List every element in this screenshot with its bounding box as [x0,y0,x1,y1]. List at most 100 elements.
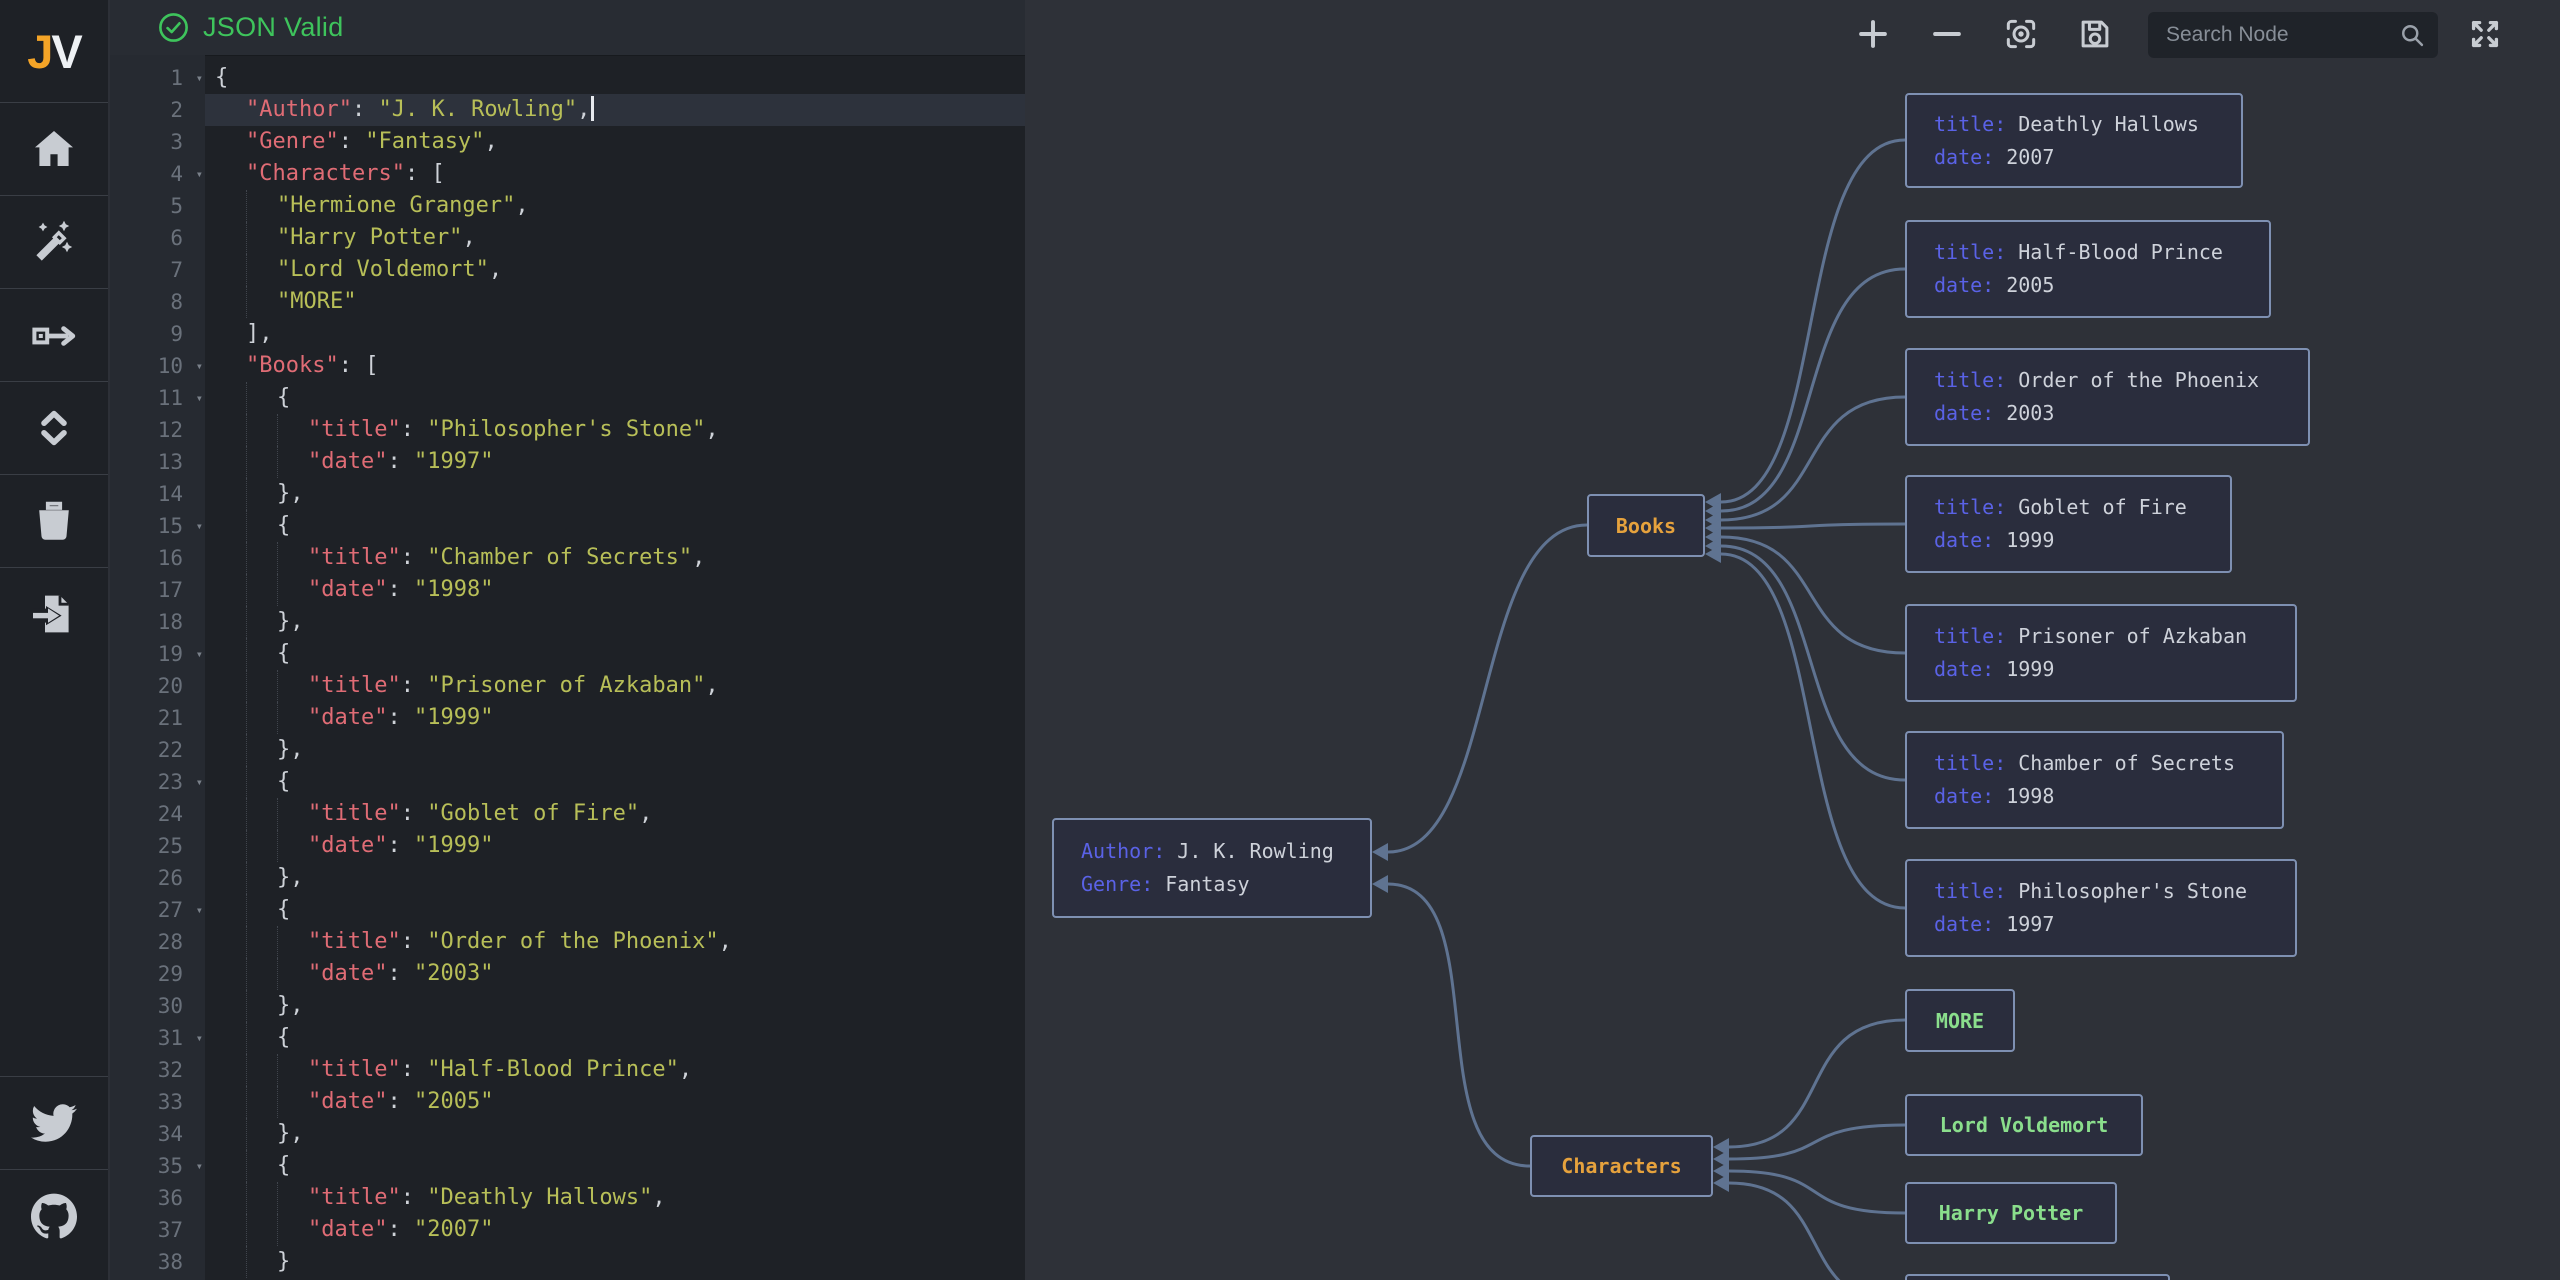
line-number[interactable]: 8 [110,286,205,318]
line-number[interactable]: 2 [110,94,205,126]
code-line[interactable]: "date": "1999" [205,830,1025,862]
editor-line[interactable]: 1▾{ [110,62,1025,94]
editor-line[interactable]: 6"Harry Potter", [110,222,1025,254]
editor-line[interactable]: 3"Genre": "Fantasy", [110,126,1025,158]
editor-line[interactable]: 34}, [110,1118,1025,1150]
line-number[interactable]: 5 [110,190,205,222]
sidebar-item-twitter[interactable] [0,1076,108,1169]
sidebar-item-home[interactable] [0,102,108,195]
line-number[interactable]: 28 [110,926,205,958]
line-number[interactable]: 34 [110,1118,205,1150]
line-number[interactable]: 23▾ [110,766,205,798]
code-line[interactable]: { [205,62,1025,94]
editor-line[interactable]: 31▾{ [110,1022,1025,1054]
graph-node-book-philosophers-stone[interactable]: title:Philosopher's Stonedate:1997 [1905,859,2297,957]
search-node-input[interactable] [2148,23,2483,47]
graph-node-root[interactable]: Author:J. K. RowlingGenre:Fantasy [1052,818,1372,918]
editor-line[interactable]: 20"title": "Prisoner of Azkaban", [110,670,1025,702]
line-number[interactable]: 38 [110,1246,205,1278]
fold-arrow-icon[interactable]: ▾ [196,1022,203,1054]
code-line[interactable]: "Author": "J. K. Rowling", [205,94,1025,126]
editor-line[interactable]: 36"title": "Deathly Hallows", [110,1182,1025,1214]
code-line[interactable]: { [205,510,1025,542]
line-number[interactable]: 14 [110,478,205,510]
fold-arrow-icon[interactable]: ▾ [196,1150,203,1182]
sidebar-item-layout-direction[interactable] [0,288,108,381]
code-editor[interactable]: 1▾{2"Author": "J. K. Rowling",3"Genre": … [110,55,1025,1280]
line-number[interactable]: 19▾ [110,638,205,670]
app-logo[interactable]: JV [0,0,108,102]
code-line[interactable]: "Books": [ [205,350,1025,382]
line-number[interactable]: 12 [110,414,205,446]
code-line[interactable]: "title": "Order of the Phoenix", [205,926,1025,958]
code-line[interactable]: { [205,638,1025,670]
code-line[interactable]: { [205,1022,1025,1054]
line-number[interactable]: 26 [110,862,205,894]
editor-line[interactable]: 38} [110,1246,1025,1278]
line-number[interactable]: 11▾ [110,382,205,414]
code-line[interactable]: { [205,382,1025,414]
code-line[interactable]: "title": "Philosopher's Stone", [205,414,1025,446]
line-number[interactable]: 27▾ [110,894,205,926]
code-line[interactable]: "MORE" [205,286,1025,318]
code-line[interactable]: "Characters": [ [205,158,1025,190]
code-line[interactable]: "title": "Prisoner of Azkaban", [205,670,1025,702]
search-icon[interactable] [2398,21,2426,49]
line-number[interactable]: 22 [110,734,205,766]
editor-line[interactable]: 26}, [110,862,1025,894]
editor-line[interactable]: 18}, [110,606,1025,638]
line-number[interactable]: 33 [110,1086,205,1118]
fold-arrow-icon[interactable]: ▾ [196,350,203,382]
editor-line[interactable]: 15▾{ [110,510,1025,542]
code-line[interactable]: }, [205,478,1025,510]
code-line[interactable]: }, [205,606,1025,638]
line-number[interactable]: 7 [110,254,205,286]
editor-line[interactable]: 8"MORE" [110,286,1025,318]
editor-line[interactable]: 12"title": "Philosopher's Stone", [110,414,1025,446]
line-number[interactable]: 25 [110,830,205,862]
code-line[interactable]: "date": "1999" [205,702,1025,734]
line-number[interactable]: 4▾ [110,158,205,190]
sidebar-item-github[interactable] [0,1169,108,1262]
line-number[interactable]: 32 [110,1054,205,1086]
editor-line[interactable]: 2"Author": "J. K. Rowling", [110,94,1025,126]
graph-node-characters[interactable]: Characters [1530,1135,1713,1197]
zoom-in-button[interactable] [1854,15,1892,56]
editor-line[interactable]: 4▾"Characters": [ [110,158,1025,190]
graph-node-book-goblet-of-fire[interactable]: title:Goblet of Firedate:1999 [1905,475,2232,573]
editor-line[interactable]: 35▾{ [110,1150,1025,1182]
code-line[interactable]: { [205,766,1025,798]
fold-arrow-icon[interactable]: ▾ [196,894,203,926]
editor-line[interactable]: 17"date": "1998" [110,574,1025,606]
code-line[interactable]: "Harry Potter", [205,222,1025,254]
code-line[interactable]: }, [205,1118,1025,1150]
code-line[interactable]: "date": "2005" [205,1086,1025,1118]
graph-node-book-half-blood-prince[interactable]: title:Half-Blood Princedate:2005 [1905,220,2271,318]
sidebar-item-import-file[interactable] [0,567,108,660]
line-number[interactable]: 20 [110,670,205,702]
editor-line[interactable]: 10▾"Books": [ [110,350,1025,382]
editor-line[interactable]: 21"date": "1999" [110,702,1025,734]
editor-line[interactable]: 5"Hermione Granger", [110,190,1025,222]
graph-node-char-lord-voldemort[interactable]: Lord Voldemort [1905,1094,2143,1156]
center-view-button[interactable] [2002,15,2040,56]
graph-node-char-hermione-granger[interactable]: Hermione Granger [1905,1274,2170,1280]
sidebar-item-clear-trash[interactable] [0,474,108,567]
editor-line[interactable]: 16"title": "Chamber of Secrets", [110,542,1025,574]
code-line[interactable]: "Genre": "Fantasy", [205,126,1025,158]
line-number[interactable]: 10▾ [110,350,205,382]
graph-node-book-chamber-of-secrets[interactable]: title:Chamber of Secretsdate:1998 [1905,731,2284,829]
editor-line[interactable]: 32"title": "Half-Blood Prince", [110,1054,1025,1086]
line-number[interactable]: 37 [110,1214,205,1246]
code-line[interactable]: { [205,894,1025,926]
code-line[interactable]: ], [205,318,1025,350]
line-number[interactable]: 16 [110,542,205,574]
editor-line[interactable]: 28"title": "Order of the Phoenix", [110,926,1025,958]
editor-line[interactable]: 11▾{ [110,382,1025,414]
line-number[interactable]: 13 [110,446,205,478]
line-number[interactable]: 35▾ [110,1150,205,1182]
editor-line[interactable]: 9], [110,318,1025,350]
line-number[interactable]: 31▾ [110,1022,205,1054]
line-number[interactable]: 15▾ [110,510,205,542]
editor-line[interactable]: 37"date": "2007" [110,1214,1025,1246]
